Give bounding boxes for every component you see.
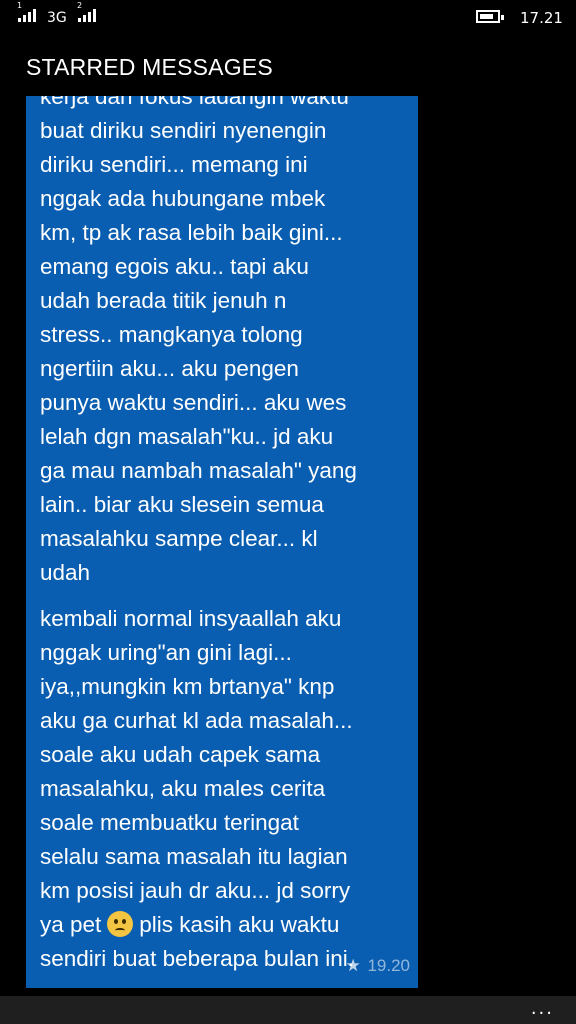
message-bubble[interactable]: kembali normal insyaallah aku nggak urin… [26, 598, 418, 988]
message-text-partial-line: kerja dan fokus ladangin waktu [40, 96, 349, 109]
message-bubble[interactable]: kerja dan fokus ladangin waktu buat diri… [26, 96, 418, 683]
status-clock: 17.21 [520, 9, 563, 27]
battery-icon [476, 10, 504, 23]
message-text: kembali normal insyaallah aku nggak urin… [40, 602, 354, 976]
battery-level-fill [480, 14, 493, 19]
star-icon: ★ [345, 956, 361, 975]
message-time: 19.20 [367, 956, 410, 975]
sim2-label: 2 [77, 1, 83, 10]
message-body: kembali normal insyaallah aku nggak urin… [40, 606, 353, 937]
starred-messages-list[interactable]: kerja dan fokus ladangin waktu buat diri… [0, 96, 576, 988]
status-bar: 1 3G 2 17.21 [0, 0, 576, 36]
message-meta: ★ 19.20 [345, 956, 410, 976]
more-options-button[interactable]: ... [531, 1000, 554, 1018]
sim1-label: 1 [17, 1, 23, 10]
message-text: kerja dan fokus ladangin waktu buat diri… [40, 96, 357, 590]
message-body: buat diriku sendiri nyenengin diriku sen… [40, 118, 357, 585]
confused-face-emoji-icon [107, 911, 134, 937]
network-type-label: 3G [47, 10, 67, 26]
page-title: STARRED MESSAGES [26, 54, 273, 80]
app-bar: ... [0, 996, 576, 1024]
